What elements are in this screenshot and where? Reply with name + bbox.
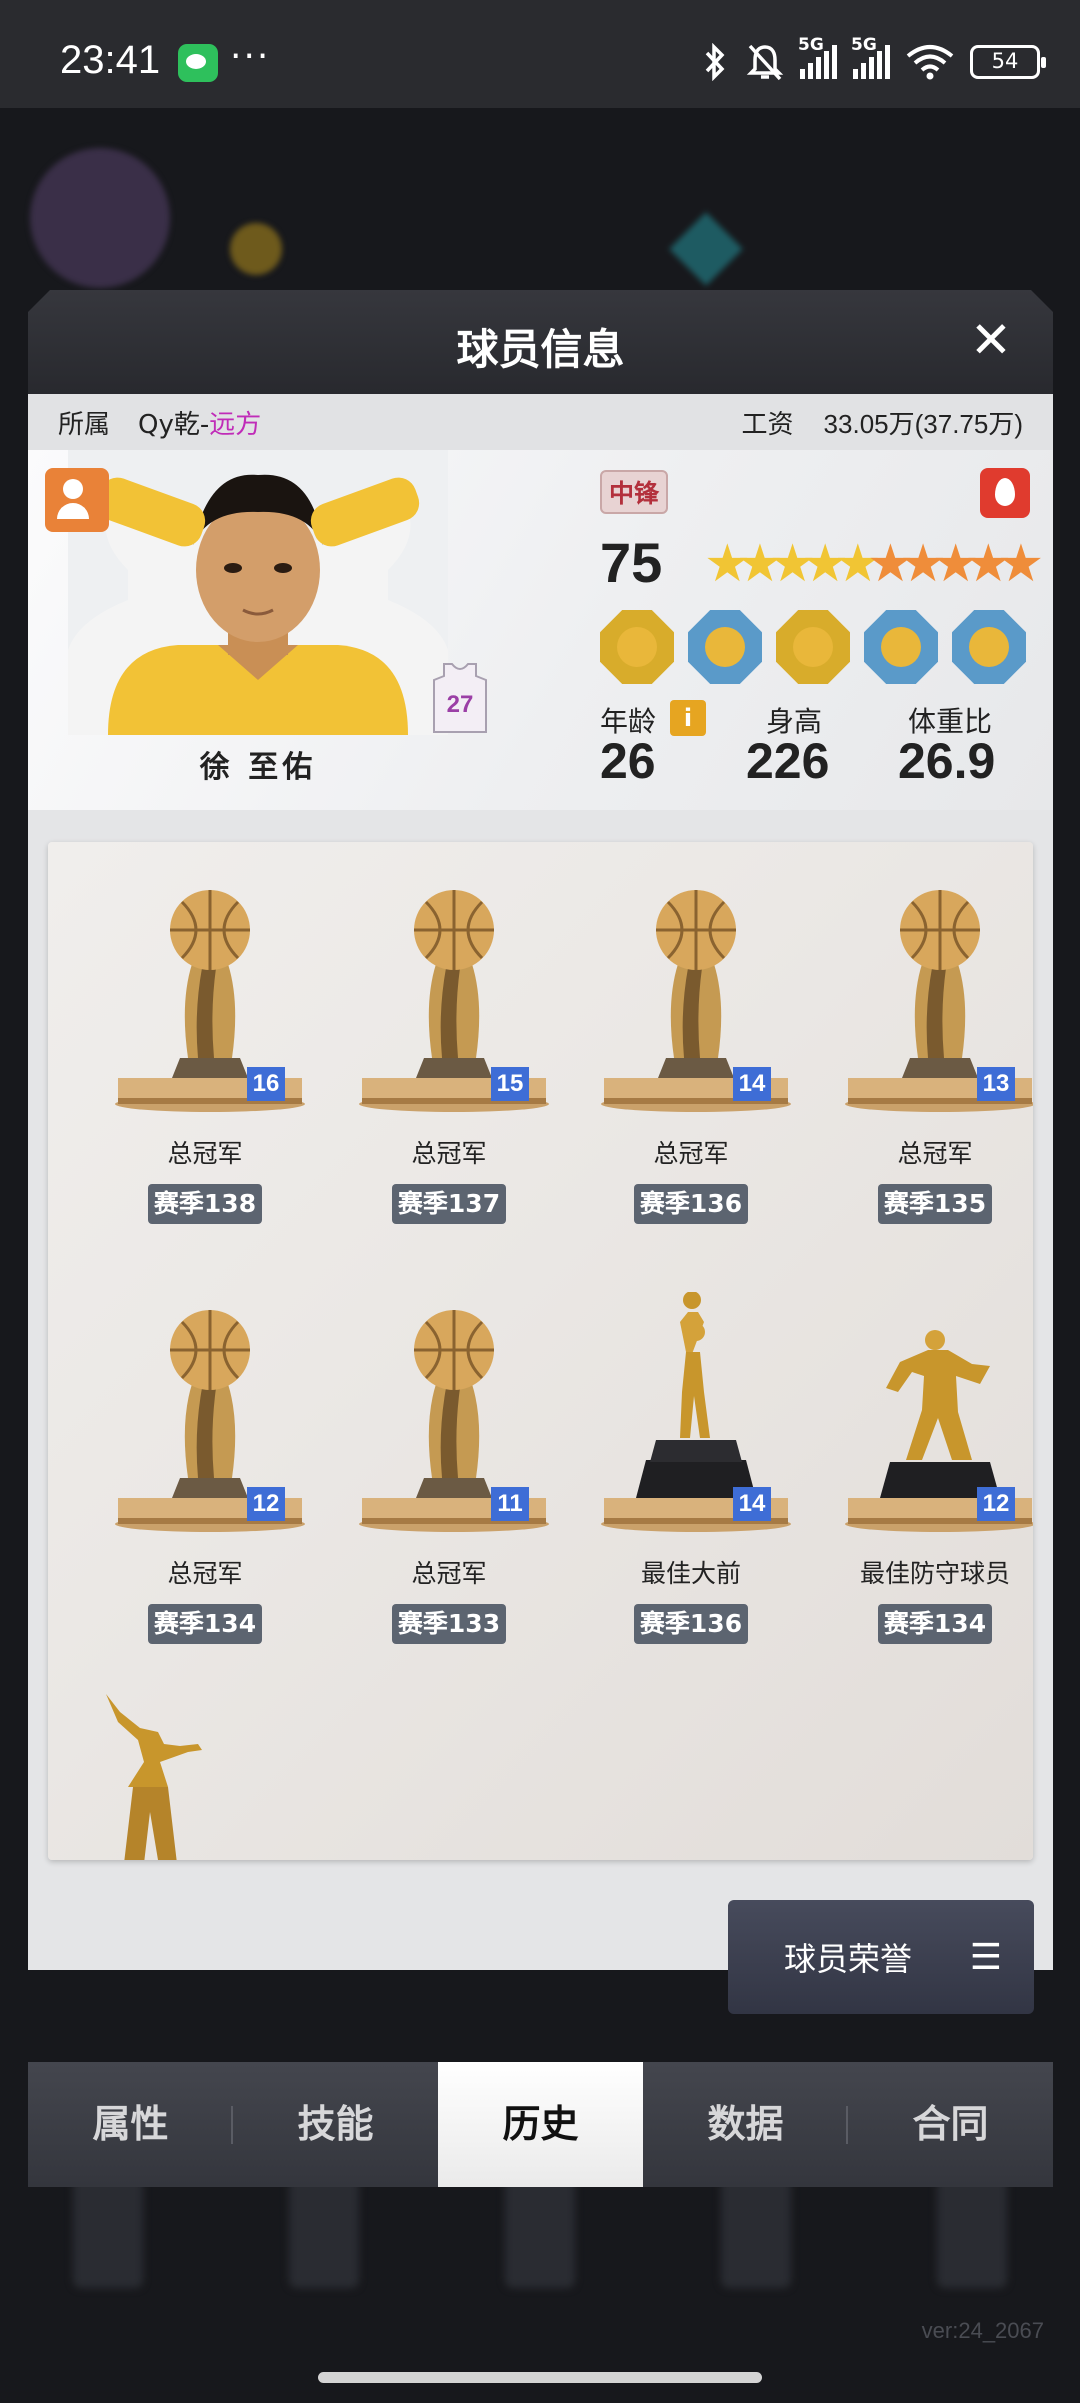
tab-label: 历史 bbox=[502, 2102, 579, 2146]
bluetooth-icon bbox=[705, 43, 725, 81]
background-coin-icon bbox=[230, 223, 282, 275]
tab-label: 属性 bbox=[92, 2102, 169, 2146]
trophy-season-tag: 赛季137 bbox=[392, 1184, 506, 1224]
skill-badge-icon[interactable] bbox=[688, 610, 762, 684]
close-button[interactable]: ✕ bbox=[961, 310, 1021, 370]
tab-label: 合同 bbox=[912, 2102, 989, 2146]
version-label: ver:24_2067 bbox=[921, 2318, 1044, 2343]
trophy-showcase[interactable]: 16 总冠军 赛季138 15 总冠军 赛季137 14 总冠军 赛季136 13 总冠军 赛季135… bbox=[48, 842, 1033, 1860]
overall-rating: 75 bbox=[600, 531, 663, 594]
trophy-name: 总冠军 bbox=[411, 1559, 487, 1588]
age-info-icon[interactable]: i bbox=[670, 700, 706, 736]
trophy-item[interactable]: 13 总冠军赛季135 bbox=[812, 842, 1033, 1242]
player-honors-button[interactable]: 球员荣誉 ☰ bbox=[728, 1900, 1034, 2014]
modal-header: 球员信息 ✕ bbox=[28, 290, 1053, 394]
trophy-item[interactable]: 14 最佳大前赛季136 bbox=[568, 1262, 814, 1662]
trophy-count-badge: 12 bbox=[977, 1487, 1015, 1521]
background-team-name bbox=[225, 153, 237, 197]
age-value: 26 bbox=[600, 733, 656, 789]
team-name-accent: 远方 bbox=[209, 409, 262, 440]
player-card: 27 徐 至佑 中锋 75 ★ ★ ★ ★ ★ ★ ★ ★ ★ ★ 年龄 i 身高 体重比 26 … bbox=[28, 450, 1053, 810]
weight-ratio-value: 26.9 bbox=[898, 733, 996, 789]
trophy-season-tag: 赛季135 bbox=[878, 1184, 992, 1224]
trophy-count-badge: 14 bbox=[733, 1487, 771, 1521]
skill-badges bbox=[600, 610, 1026, 684]
wifi-icon bbox=[906, 45, 954, 80]
trophy-season-tag: 赛季134 bbox=[878, 1604, 992, 1644]
tab-history[interactable]: 历史 bbox=[438, 2062, 643, 2187]
mute-bell-icon bbox=[746, 44, 784, 81]
trophy-name: 总冠军 bbox=[653, 1139, 729, 1168]
fire-icon[interactable] bbox=[980, 468, 1030, 518]
status-bar: 23:41 ··· 5G 5G 54 bbox=[0, 0, 1080, 108]
trophy-season-tag: 赛季136 bbox=[634, 1184, 748, 1224]
status-time: 23:41 bbox=[60, 38, 161, 82]
rating-star-icon: ★ bbox=[997, 534, 1045, 594]
background-tab-bar bbox=[0, 2178, 1080, 2358]
partial-trophy-figure bbox=[106, 1694, 202, 1860]
trophy-count-badge: 13 bbox=[977, 1067, 1015, 1101]
player-honors-label: 球员荣誉 bbox=[784, 1940, 913, 1978]
signal-strength-icon-1: 5G bbox=[798, 35, 837, 79]
tab-label: 数据 bbox=[707, 2102, 784, 2146]
trophy-name: 总冠军 bbox=[167, 1559, 243, 1588]
salary-label: 工资 bbox=[741, 409, 794, 440]
trophy-name: 总冠军 bbox=[897, 1139, 973, 1168]
position-badge: 中锋 bbox=[600, 470, 669, 514]
tab-skills[interactable]: 技能 bbox=[233, 2062, 438, 2187]
trophy-count-badge: 12 bbox=[247, 1487, 285, 1521]
background-gem-icon bbox=[669, 212, 743, 286]
player-info-modal: 球员信息 ✕ 所属 Qy乾- 远方 工资 33.05万(37.75万) 27 徐… bbox=[28, 290, 1053, 2187]
edit-player-icon[interactable] bbox=[45, 468, 109, 532]
player-name: 徐 至佑 bbox=[199, 750, 317, 785]
rating-stars: ★ ★ ★ ★ ★ ★ ★ ★ ★ ★ bbox=[704, 538, 1044, 590]
skill-badge-icon[interactable] bbox=[600, 610, 674, 684]
trophy-item[interactable]: 16 总冠军赛季138 bbox=[82, 842, 328, 1242]
jersey-number: 27 bbox=[447, 691, 474, 718]
trophy-name: 总冠军 bbox=[167, 1139, 243, 1168]
team-label: 所属 bbox=[58, 409, 111, 440]
battery-icon: 54 bbox=[970, 45, 1046, 79]
trophy-count-badge: 14 bbox=[733, 1067, 771, 1101]
tab-data[interactable]: 数据 bbox=[643, 2062, 848, 2187]
trophy-item[interactable]: 12 最佳防守球员赛季134 bbox=[812, 1262, 1033, 1662]
trophy-name: 最佳大前 bbox=[640, 1559, 741, 1588]
salary-value: 33.05万(37.75万) bbox=[823, 408, 1023, 439]
modal-title: 球员信息 bbox=[456, 325, 625, 374]
trophy-season-tag: 赛季138 bbox=[148, 1184, 262, 1224]
skill-badge-icon[interactable] bbox=[952, 610, 1026, 684]
trophy-count-badge: 11 bbox=[491, 1487, 529, 1521]
history-content: 16 总冠军 赛季138 15 总冠军 赛季137 14 总冠军 赛季136 13 总冠军 赛季135… bbox=[28, 810, 1053, 2014]
tab-label: 技能 bbox=[297, 2102, 374, 2146]
tab-contract[interactable]: 合同 bbox=[848, 2062, 1053, 2187]
background-avatar bbox=[30, 148, 170, 288]
home-indicator[interactable] bbox=[318, 2372, 762, 2383]
menu-icon: ☰ bbox=[969, 1936, 1002, 1978]
jersey-icon: 27 bbox=[433, 663, 487, 733]
trophy-item[interactable]: 12 总冠军赛季134 bbox=[82, 1262, 328, 1662]
player-portrait bbox=[68, 450, 448, 735]
trophy-season-tag: 赛季136 bbox=[634, 1604, 748, 1644]
trophy-season-tag: 赛季134 bbox=[148, 1604, 262, 1644]
skill-badge-icon[interactable] bbox=[864, 610, 938, 684]
status-icons: 5G 5G 54 bbox=[700, 35, 1046, 82]
trophy-item[interactable]: 15 总冠军赛季137 bbox=[326, 842, 572, 1242]
trophy-season-tag: 赛季133 bbox=[392, 1604, 506, 1644]
trophy-name: 总冠军 bbox=[411, 1139, 487, 1168]
trophy-count-badge: 15 bbox=[491, 1067, 529, 1101]
height-value: 226 bbox=[746, 733, 830, 789]
team-name: Qy乾- bbox=[138, 409, 210, 440]
tab-bar: 属性 技能 历史 数据 合同 bbox=[28, 2062, 1053, 2187]
more-notifications-icon: ··· bbox=[230, 36, 271, 77]
wechat-notification-icon bbox=[178, 44, 218, 82]
signal-strength-icon-2: 5G bbox=[851, 35, 890, 79]
skill-badge-icon[interactable] bbox=[776, 610, 850, 684]
trophy-count-badge: 16 bbox=[247, 1067, 285, 1101]
team-salary-row: 所属 Qy乾- 远方 工资 33.05万(37.75万) bbox=[28, 394, 1053, 450]
trophy-item[interactable]: 11 总冠军赛季133 bbox=[326, 1262, 572, 1662]
trophy-name: 最佳防守球员 bbox=[859, 1559, 1010, 1588]
trophy-item[interactable]: 14 总冠军赛季136 bbox=[568, 842, 814, 1242]
tab-attributes[interactable]: 属性 bbox=[28, 2062, 233, 2187]
